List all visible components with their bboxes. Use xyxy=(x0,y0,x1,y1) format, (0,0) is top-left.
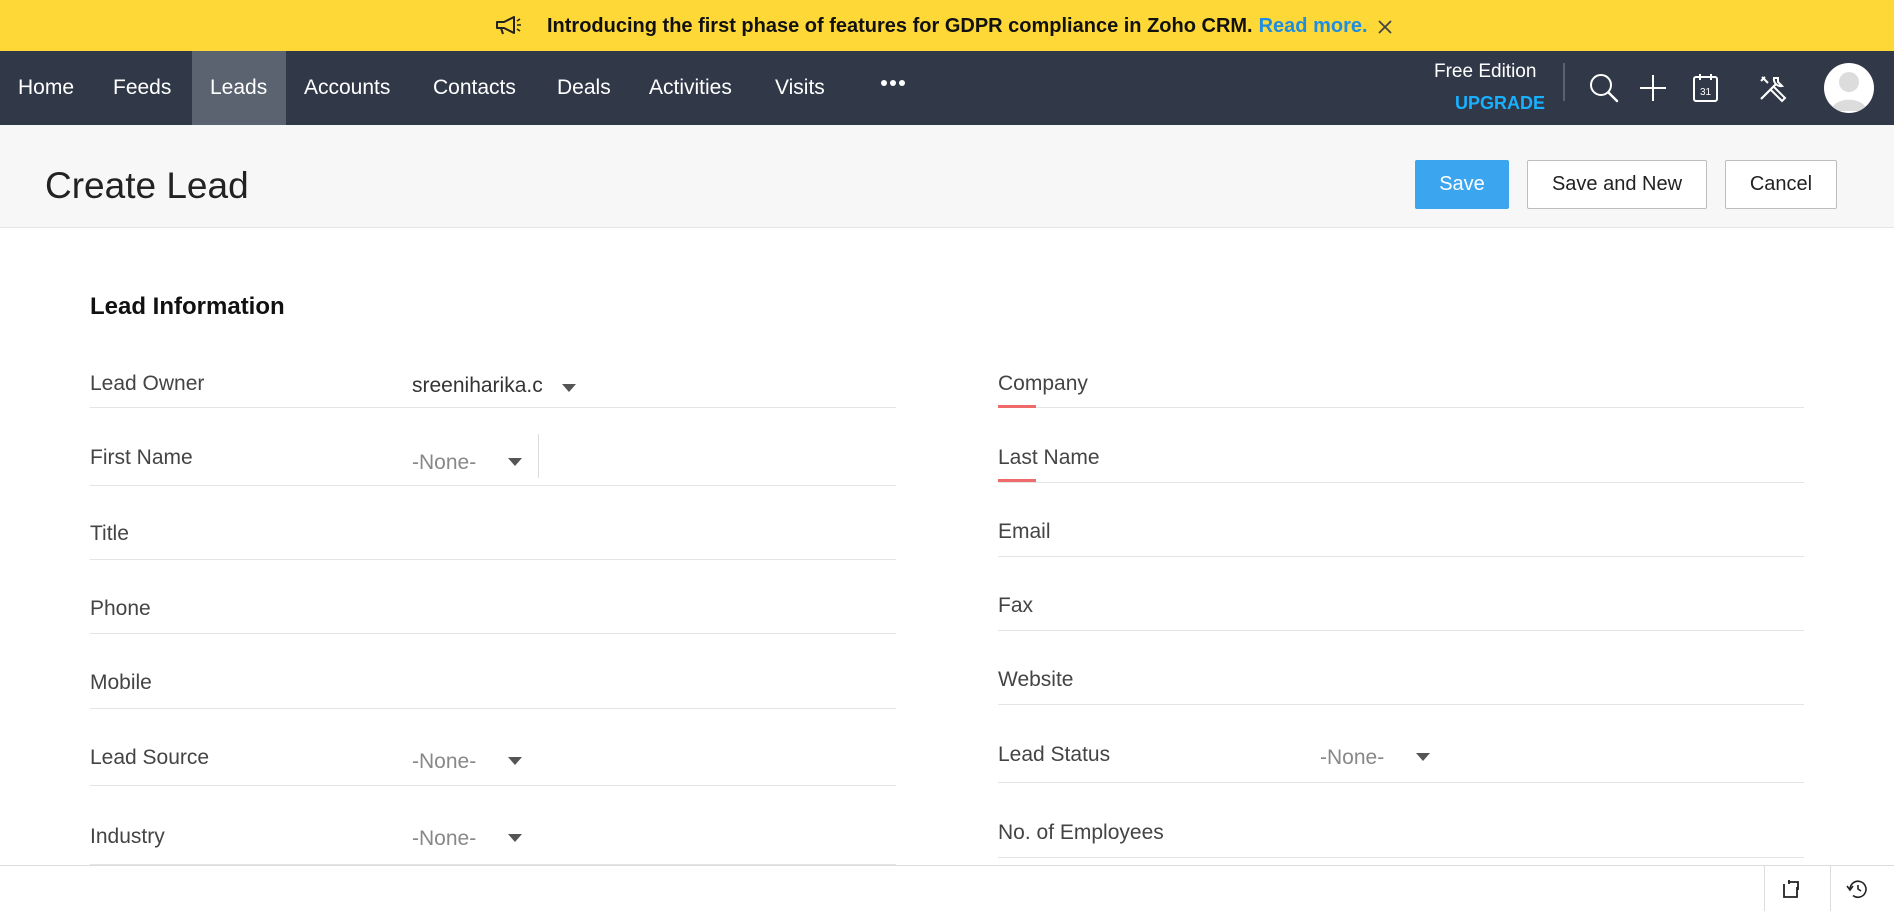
last-name-label: Last Name xyxy=(998,446,1100,469)
announcement-message: Introducing the first phase of features … xyxy=(547,15,1253,37)
tab-leads[interactable]: Leads xyxy=(192,51,286,125)
lead-owner-select[interactable]: sreeniharika.c xyxy=(412,374,543,398)
phone-field: Phone xyxy=(90,597,896,634)
company-field: Company xyxy=(998,372,1804,408)
announcement-text: Introducing the first phase of features … xyxy=(547,15,1368,38)
save-button[interactable]: Save xyxy=(1415,160,1509,209)
nav-divider xyxy=(1563,63,1565,101)
history-icon xyxy=(1845,880,1867,898)
employees-label: No. of Employees xyxy=(998,821,1164,844)
user-avatar-icon xyxy=(1831,72,1867,111)
chevron-down-icon[interactable] xyxy=(1416,753,1430,761)
lead-owner-field: Lead Owner sreeniharika.c xyxy=(90,372,896,408)
search-icon[interactable] xyxy=(1588,72,1620,104)
phone-input[interactable] xyxy=(412,597,882,627)
more-horizontal-icon[interactable] xyxy=(880,77,906,89)
megaphone-icon xyxy=(496,16,521,35)
notes-icon xyxy=(1782,879,1799,898)
notes-button[interactable] xyxy=(1764,866,1816,911)
calendar-icon[interactable]: 31 xyxy=(1690,72,1722,104)
chevron-down-icon[interactable] xyxy=(508,834,522,842)
mobile-input[interactable] xyxy=(412,671,882,701)
footer-bar xyxy=(0,865,1894,911)
industry-field: Industry -None- xyxy=(90,825,896,865)
lead-source-field: Lead Source -None- xyxy=(90,746,896,786)
last-name-input[interactable] xyxy=(1320,446,1790,476)
required-indicator xyxy=(998,405,1036,408)
tab-contacts[interactable]: Contacts xyxy=(415,51,534,125)
close-icon[interactable] xyxy=(1377,19,1393,35)
salutation-select[interactable]: -None- xyxy=(412,451,476,475)
tab-visits[interactable]: Visits xyxy=(757,51,843,125)
fax-field: Fax xyxy=(998,594,1804,631)
upgrade-link[interactable]: UPGRADE xyxy=(1455,93,1545,114)
required-indicator xyxy=(998,479,1036,482)
save-and-new-button[interactable]: Save and New xyxy=(1527,160,1707,209)
industry-select[interactable]: -None- xyxy=(412,827,476,851)
tab-activities[interactable]: Activities xyxy=(631,51,750,125)
title-field: Title xyxy=(90,522,896,560)
history-button[interactable] xyxy=(1830,866,1882,911)
industry-label: Industry xyxy=(90,825,165,848)
lead-source-label: Lead Source xyxy=(90,746,210,769)
tab-accounts[interactable]: Accounts xyxy=(286,51,408,125)
company-input[interactable] xyxy=(1320,372,1790,402)
phone-label: Phone xyxy=(90,597,151,620)
website-input[interactable] xyxy=(1320,668,1790,698)
lead-status-label: Lead Status xyxy=(998,743,1111,766)
fax-input[interactable] xyxy=(1320,594,1790,624)
lead-status-field: Lead Status -None- xyxy=(998,743,1804,783)
first-name-input[interactable] xyxy=(548,446,888,476)
mobile-field: Mobile xyxy=(90,671,896,709)
company-label: Company xyxy=(998,372,1088,395)
last-name-field: Last Name xyxy=(998,446,1804,483)
lead-owner-label: Lead Owner xyxy=(90,372,205,395)
first-name-label: First Name xyxy=(90,446,193,469)
email-label: Email xyxy=(998,520,1051,543)
email-input[interactable] xyxy=(1320,520,1790,550)
plus-icon[interactable] xyxy=(1637,72,1669,104)
first-name-field: First Name -None- xyxy=(90,434,896,486)
read-more-link[interactable]: Read more. xyxy=(1259,15,1368,37)
page-title: Create Lead xyxy=(45,165,249,206)
avatar[interactable] xyxy=(1824,63,1874,113)
website-field: Website xyxy=(998,668,1804,705)
chevron-down-icon[interactable] xyxy=(508,458,522,466)
lead-form: Lead Information Lead Owner sreeniharika… xyxy=(0,229,1894,865)
announcement-banner: Introducing the first phase of features … xyxy=(0,0,1894,51)
page-header: Create Lead Save Save and New Cancel xyxy=(0,125,1894,228)
edition-label: Free Edition xyxy=(1434,61,1537,82)
title-input[interactable] xyxy=(412,522,882,552)
chevron-down-icon[interactable] xyxy=(508,757,522,765)
tab-feeds[interactable]: Feeds xyxy=(95,51,189,125)
calendar-day: 31 xyxy=(1700,87,1712,98)
tools-icon[interactable] xyxy=(1756,72,1788,104)
cancel-button[interactable]: Cancel xyxy=(1725,160,1837,209)
mobile-label: Mobile xyxy=(90,671,152,694)
tab-deals[interactable]: Deals xyxy=(539,51,629,125)
field-separator xyxy=(538,434,539,478)
website-label: Website xyxy=(998,668,1074,691)
fax-label: Fax xyxy=(998,594,1034,617)
employees-input[interactable] xyxy=(1320,821,1790,851)
employees-field: No. of Employees xyxy=(998,821,1804,858)
lead-source-select[interactable]: -None- xyxy=(412,750,476,774)
lead-status-select[interactable]: -None- xyxy=(1320,746,1384,770)
chevron-down-icon[interactable] xyxy=(562,384,576,392)
email-field: Email xyxy=(998,520,1804,557)
tab-home[interactable]: Home xyxy=(0,51,92,125)
top-nav: Home Feeds Leads Accounts Contacts Deals… xyxy=(0,51,1894,125)
title-label: Title xyxy=(90,522,129,545)
section-title: Lead Information xyxy=(90,293,285,320)
